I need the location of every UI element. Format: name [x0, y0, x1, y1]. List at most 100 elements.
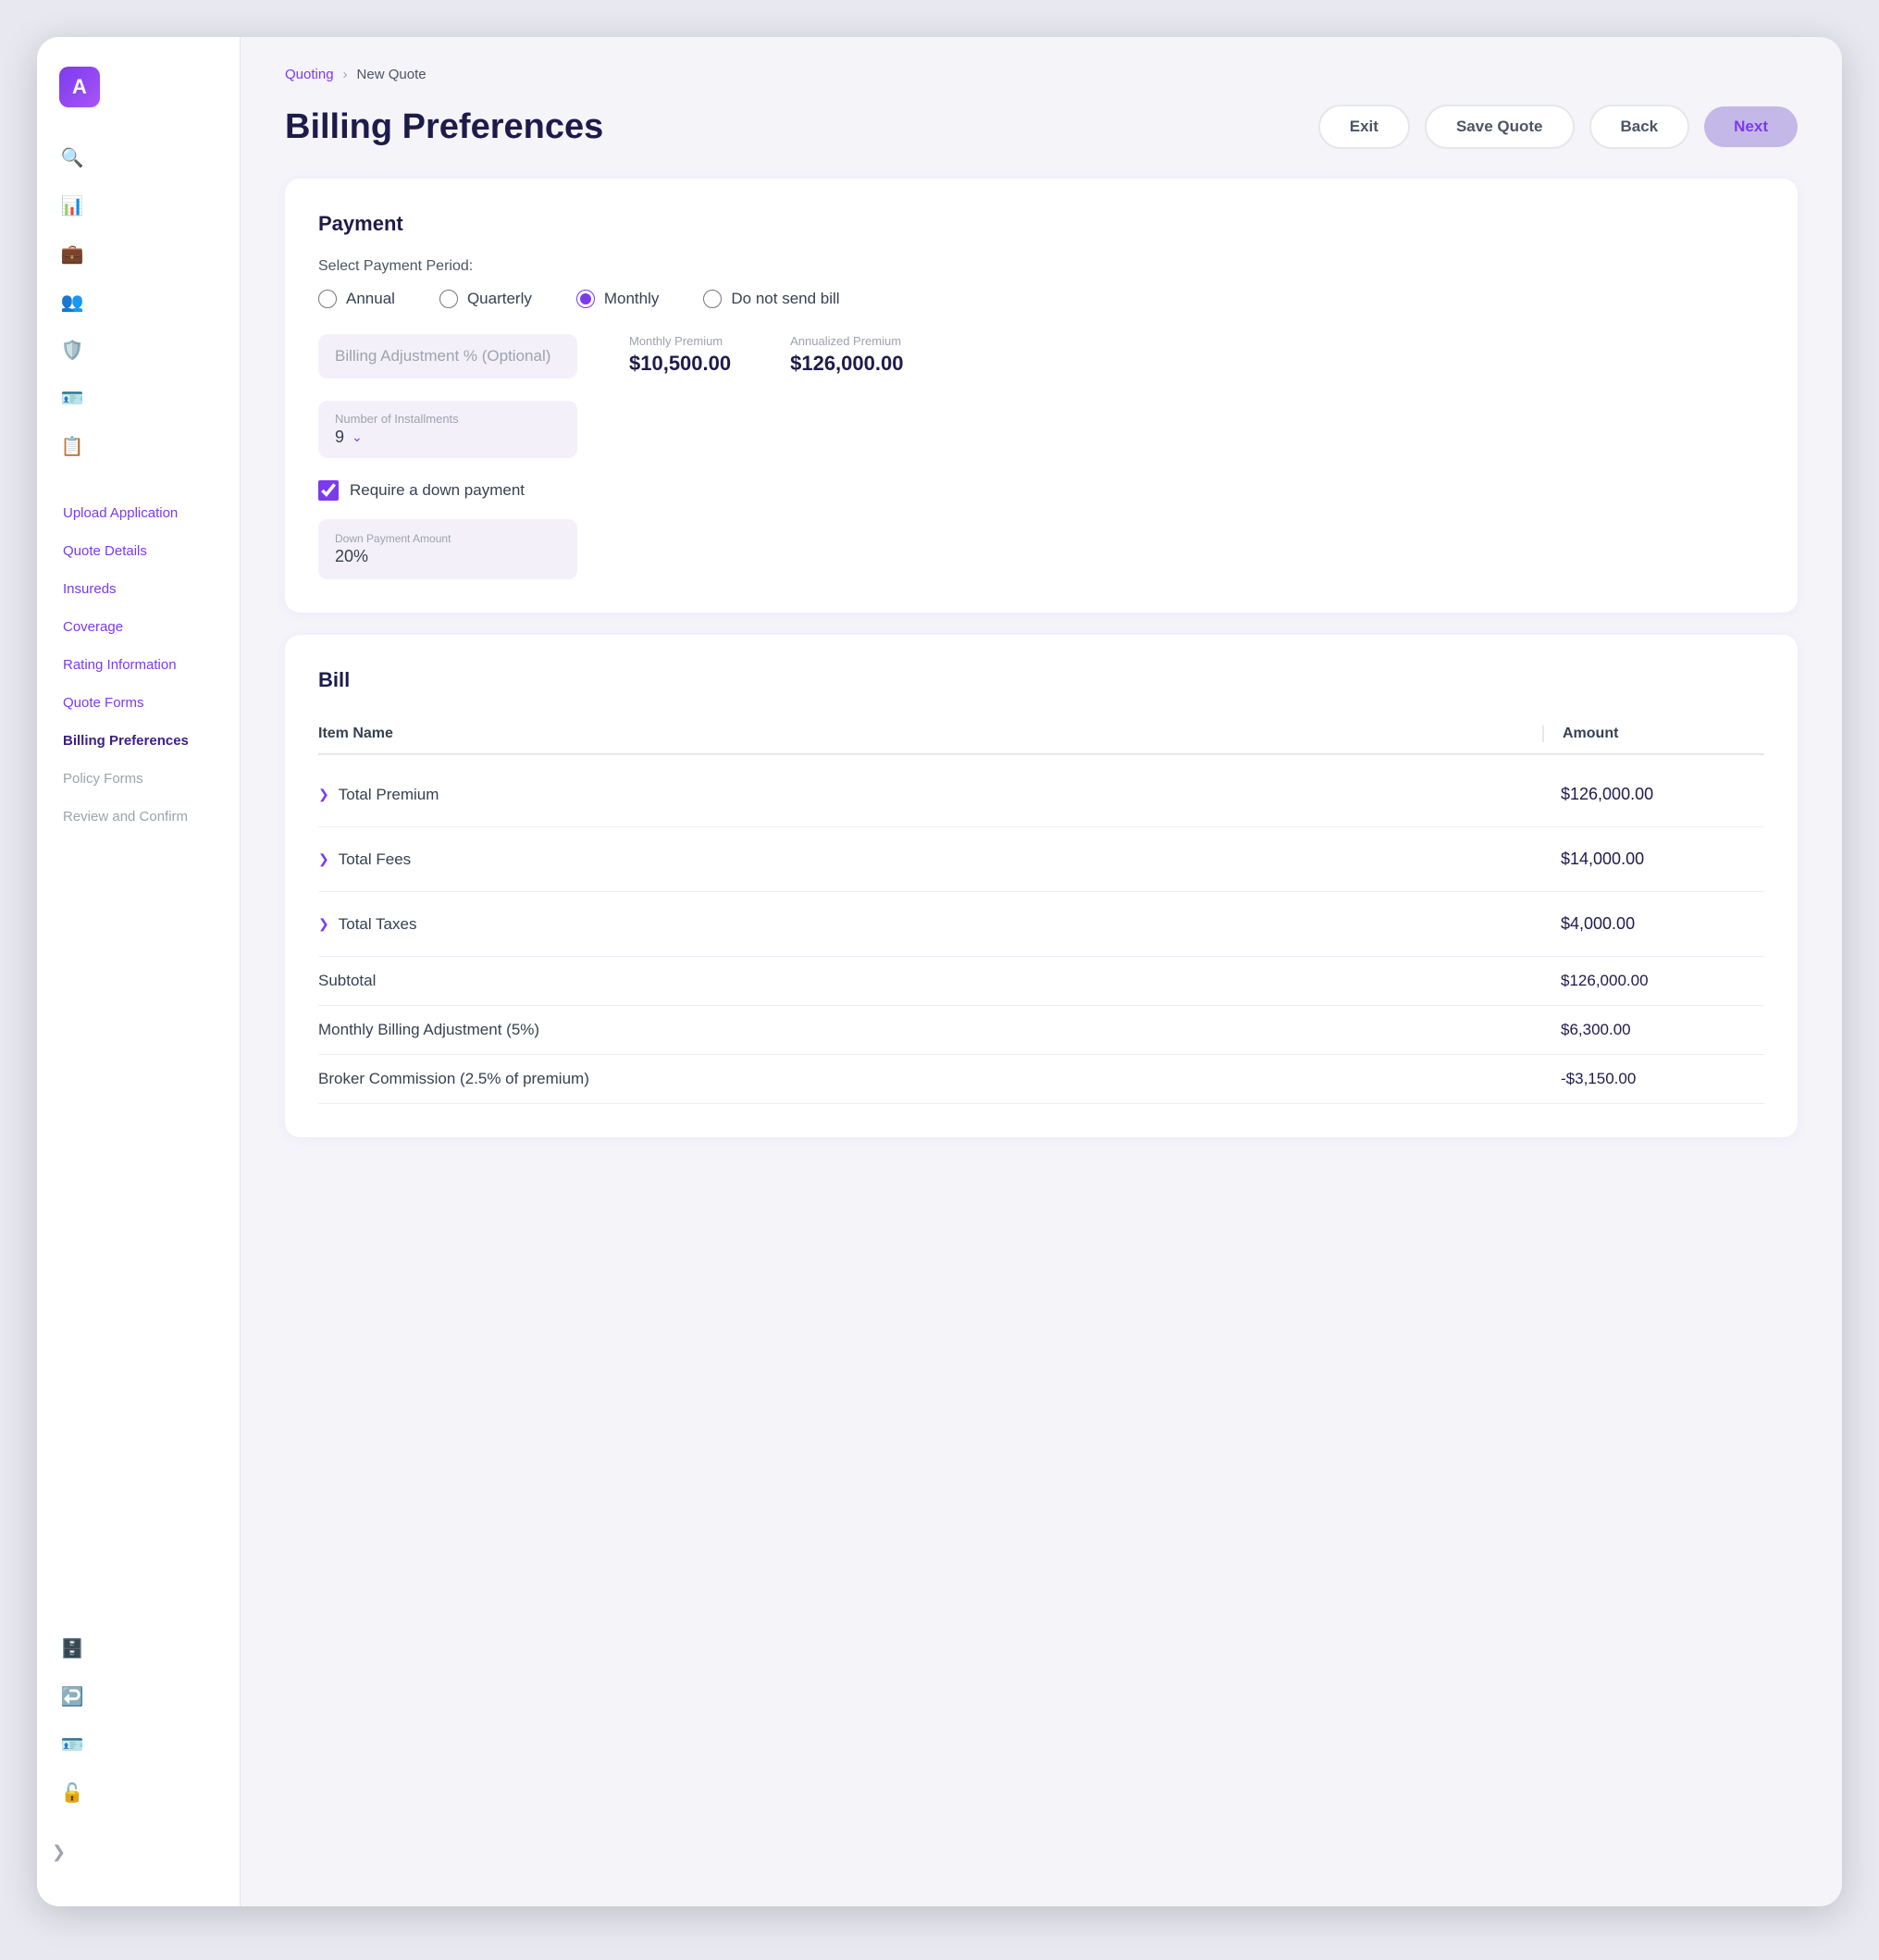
logo-icon: A — [59, 67, 100, 107]
back-button[interactable]: Back — [1589, 105, 1690, 149]
installments-chevron-icon[interactable]: ⌄ — [352, 429, 363, 445]
billing-adjustment-input[interactable] — [318, 334, 577, 378]
subtotal-value: $126,000.00 — [1561, 972, 1764, 990]
sidebar-expand-button[interactable]: ❯ — [37, 1828, 240, 1877]
chart-icon[interactable]: 📊 — [52, 185, 93, 226]
table-row: Broker Commission (2.5% of premium) -$3,… — [318, 1055, 1764, 1104]
sidebar: A 🔍 📊 💼 👥 🛡️ 🪪 📋 Upload Application Quot… — [37, 37, 241, 1906]
main-content: Quoting › New Quote Billing Preferences … — [241, 37, 1842, 1906]
sidebar-nav: Upload Application Quote Details Insured… — [37, 496, 240, 1613]
table-row: Subtotal $126,000.00 — [318, 957, 1764, 1006]
card-icon[interactable]: 🪪 — [52, 378, 93, 418]
radio-no-bill-label: Do not send bill — [731, 290, 839, 308]
radio-no-bill[interactable]: Do not send bill — [703, 290, 839, 308]
bill-table: Item Name Amount ❯ Total Premium $126,00… — [318, 714, 1764, 1104]
total-taxes-chevron-icon[interactable]: ❯ — [318, 916, 329, 932]
total-taxes-name: ❯ Total Taxes — [318, 915, 1542, 934]
sidebar-item-quote-forms[interactable]: Quote Forms — [52, 686, 225, 720]
sidebar-item-quote-details[interactable]: Quote Details — [52, 534, 225, 568]
installments-wrapper: Number of Installments 9 ⌄ — [318, 401, 1764, 458]
save-quote-button[interactable]: Save Quote — [1425, 105, 1575, 149]
id-card-icon[interactable]: 🪪 — [52, 1724, 93, 1765]
select-period-label: Select Payment Period: — [318, 258, 1764, 275]
radio-monthly[interactable]: Monthly — [576, 290, 660, 308]
table-row: ❯ Total Fees $14,000.00 — [318, 827, 1764, 892]
sidebar-item-insureds[interactable]: Insureds — [52, 572, 225, 606]
bill-title: Bill — [318, 668, 1764, 692]
bill-col-amount-header: Amount — [1542, 726, 1764, 742]
exit-button[interactable]: Exit — [1318, 105, 1410, 149]
subtotal-amount: $126,000.00 — [1542, 972, 1764, 990]
total-premium-chevron-icon[interactable]: ❯ — [318, 787, 329, 802]
header-actions: Exit Save Quote Back Next — [1318, 105, 1798, 149]
radio-quarterly[interactable]: Quarterly — [439, 290, 532, 308]
sidebar-item-upload-application[interactable]: Upload Application — [52, 496, 225, 530]
search-icon[interactable]: 🔍 — [52, 137, 93, 178]
monthly-billing-adj-amount: $6,300.00 — [1542, 1021, 1764, 1039]
payment-card: Payment Select Payment Period: Annual Qu… — [285, 179, 1798, 613]
sidebar-bottom: 🗄️ ↩️ 🪪 🔓 — [37, 1613, 240, 1828]
briefcase-icon[interactable]: 💼 — [52, 233, 93, 274]
total-fees-amount: $14,000.00 — [1542, 850, 1764, 869]
require-down-payment-checkbox[interactable] — [318, 480, 339, 501]
radio-annual-input[interactable] — [318, 290, 337, 308]
installments-value: 9 — [335, 428, 344, 447]
sidebar-item-policy-forms[interactable]: Policy Forms — [52, 762, 225, 796]
bill-card: Bill Item Name Amount ❯ Total Premium $1… — [285, 635, 1798, 1137]
sidebar-logo: A — [37, 67, 240, 137]
sidebar-item-rating-information[interactable]: Rating Information — [52, 648, 225, 682]
sidebar-icons: 🔍 📊 💼 👥 🛡️ 🪪 📋 — [37, 137, 240, 466]
page-header: Billing Preferences Exit Save Quote Back… — [285, 105, 1798, 149]
table-row: Monthly Billing Adjustment (5%) $6,300.0… — [318, 1006, 1764, 1055]
layers-icon[interactable]: 📋 — [52, 426, 93, 466]
back-arrow-icon[interactable]: ↩️ — [52, 1676, 93, 1717]
radio-monthly-label: Monthly — [604, 290, 660, 308]
annualized-premium-value: $126,000.00 — [790, 352, 903, 376]
page-title: Billing Preferences — [285, 107, 603, 147]
total-fees-chevron-icon[interactable]: ❯ — [318, 851, 329, 867]
down-payment-field: Down Payment Amount 20% — [318, 519, 577, 579]
breadcrumb-separator: › — [343, 67, 348, 82]
monthly-premium-label: Monthly Premium — [629, 334, 731, 348]
logout-icon[interactable]: 🔓 — [52, 1772, 93, 1813]
app-container: A 🔍 📊 💼 👥 🛡️ 🪪 📋 Upload Application Quot… — [37, 37, 1842, 1906]
table-row: ❯ Total Taxes $4,000.00 — [318, 892, 1764, 957]
broker-commission-name: Broker Commission (2.5% of premium) — [318, 1070, 1542, 1088]
next-button[interactable]: Next — [1704, 106, 1798, 147]
radio-quarterly-label: Quarterly — [467, 290, 532, 308]
sidebar-item-review-and-confirm[interactable]: Review and Confirm — [52, 800, 225, 834]
down-payment-label: Down Payment Amount — [335, 532, 561, 545]
installments-field: Number of Installments 9 ⌄ — [318, 401, 577, 458]
radio-monthly-input[interactable] — [576, 290, 595, 308]
total-fees-name: ❯ Total Fees — [318, 850, 1542, 869]
total-taxes-amount: $4,000.00 — [1542, 914, 1764, 934]
installments-label: Number of Installments — [335, 412, 561, 426]
database-icon[interactable]: 🗄️ — [52, 1628, 93, 1668]
sidebar-item-coverage[interactable]: Coverage — [52, 610, 225, 644]
total-premium-amount: $126,000.00 — [1542, 785, 1764, 804]
shield-icon[interactable]: 🛡️ — [52, 329, 93, 370]
annualized-premium-label: Annualized Premium — [790, 334, 903, 348]
breadcrumb: Quoting › New Quote — [285, 67, 1798, 82]
bill-table-header: Item Name Amount — [318, 714, 1764, 755]
payment-title: Payment — [318, 212, 1764, 236]
premium-display: Monthly Premium $10,500.00 Annualized Pr… — [622, 334, 903, 376]
annualized-premium-group: Annualized Premium $126,000.00 — [790, 334, 903, 376]
radio-quarterly-input[interactable] — [439, 290, 458, 308]
bill-col-name-header: Item Name — [318, 726, 1542, 742]
sidebar-item-billing-preferences[interactable]: Billing Preferences — [52, 724, 225, 758]
radio-no-bill-input[interactable] — [703, 290, 722, 308]
monthly-premium-group: Monthly Premium $10,500.00 — [629, 334, 731, 376]
monthly-premium-value: $10,500.00 — [629, 352, 731, 376]
total-premium-name: ❯ Total Premium — [318, 786, 1542, 804]
breadcrumb-parent[interactable]: Quoting — [285, 67, 334, 82]
radio-annual[interactable]: Annual — [318, 290, 395, 308]
down-payment-value: 20% — [335, 547, 561, 566]
users-icon[interactable]: 👥 — [52, 281, 93, 322]
require-down-payment-label: Require a down payment — [350, 481, 525, 500]
monthly-billing-adj-value: $6,300.00 — [1561, 1021, 1764, 1039]
installments-select-row[interactable]: 9 ⌄ — [335, 428, 561, 447]
broker-commission-amount: -$3,150.00 — [1542, 1070, 1764, 1088]
broker-commission-value: -$3,150.00 — [1561, 1070, 1764, 1088]
require-down-payment-row: Require a down payment — [318, 480, 1764, 501]
